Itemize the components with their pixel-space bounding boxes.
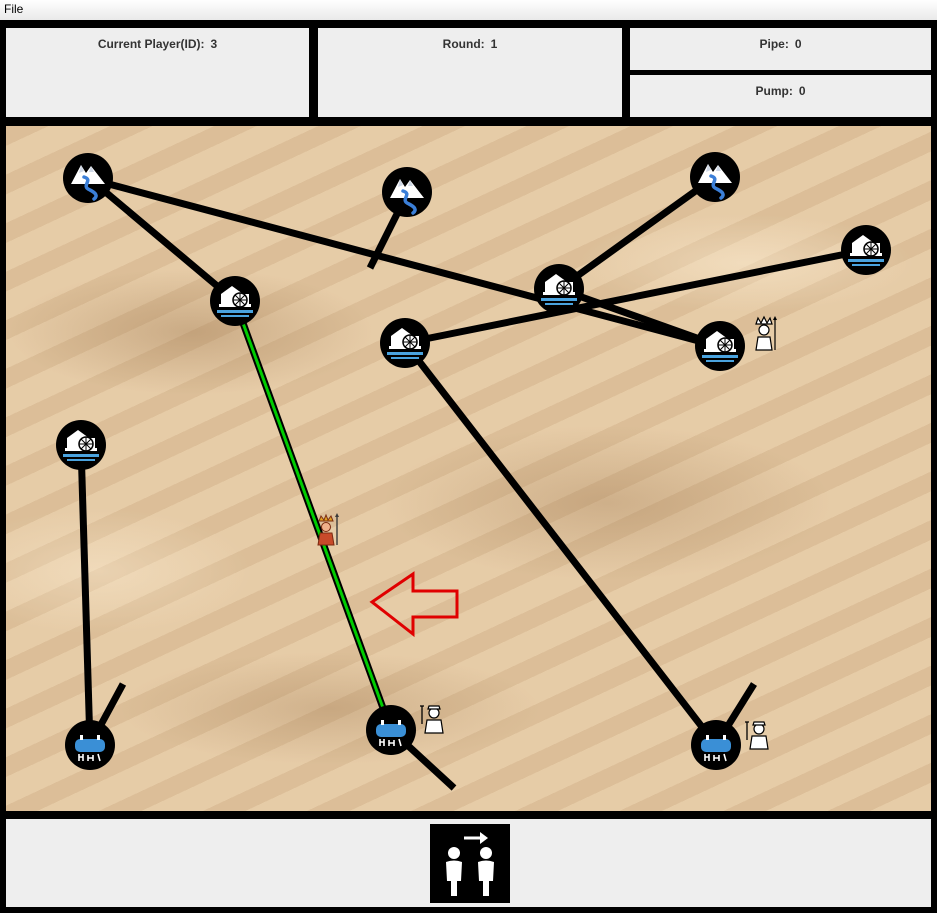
pipe-pump3-cistern3[interactable] xyxy=(402,340,719,748)
cistern-icon[interactable] xyxy=(690,719,742,771)
pump-icon[interactable] xyxy=(694,320,746,372)
pipe-count-panel: Pipe: 0 xyxy=(630,28,931,70)
game-board[interactable] xyxy=(6,126,931,811)
spring-icon[interactable] xyxy=(380,165,434,219)
action-bar xyxy=(6,819,931,907)
pump-icon[interactable] xyxy=(209,275,261,327)
file-menu[interactable]: File xyxy=(4,2,23,16)
node-layer xyxy=(55,150,892,771)
pipe-layer xyxy=(77,174,867,791)
saboteur-icon xyxy=(755,315,777,351)
plumber-icon xyxy=(745,721,769,750)
menu-bar: File xyxy=(0,0,937,20)
pipe-value: 0 xyxy=(794,37,802,51)
spring-icon[interactable] xyxy=(61,151,115,205)
round-readout: Round: 1 xyxy=(318,37,622,51)
pump-count-panel: Pump: 0 xyxy=(630,75,931,117)
current-player-readout: Current Player(ID): 3 xyxy=(6,37,309,51)
spring-icon[interactable] xyxy=(688,150,742,204)
cistern-icon[interactable] xyxy=(365,704,417,756)
pipe-count-readout: Pipe: 0 xyxy=(630,37,931,51)
pipe-pump6-cistern1[interactable] xyxy=(77,444,94,746)
swap-player-button[interactable] xyxy=(430,824,510,903)
round-panel: Round: 1 xyxy=(318,28,622,117)
left-arrow-icon xyxy=(369,571,459,638)
current-player-value: 3 xyxy=(210,37,218,51)
pump-icon[interactable] xyxy=(533,263,585,315)
pump-icon[interactable] xyxy=(840,224,892,276)
pipe-pump1-cistern2-selected[interactable] xyxy=(231,299,395,732)
round-value: 1 xyxy=(490,37,498,51)
pump-icon[interactable] xyxy=(379,317,431,369)
round-label: Round: xyxy=(442,37,485,51)
plumber-icon xyxy=(420,705,444,734)
pump-count-readout: Pump: 0 xyxy=(630,84,931,98)
pump-icon[interactable] xyxy=(55,419,107,471)
pump-label: Pump: xyxy=(755,84,793,98)
current-player-label: Current Player(ID): xyxy=(97,37,205,51)
pipe-pump2-pump3[interactable] xyxy=(404,246,867,347)
board-canvas xyxy=(55,150,892,791)
pipe-label: Pipe: xyxy=(759,37,789,51)
swap-player-icon xyxy=(446,832,494,896)
pump-value: 0 xyxy=(798,84,806,98)
current-player-panel: Current Player(ID): 3 xyxy=(6,28,309,117)
cistern-icon[interactable] xyxy=(64,719,116,771)
pipe-spring3-pump4[interactable] xyxy=(556,174,718,292)
